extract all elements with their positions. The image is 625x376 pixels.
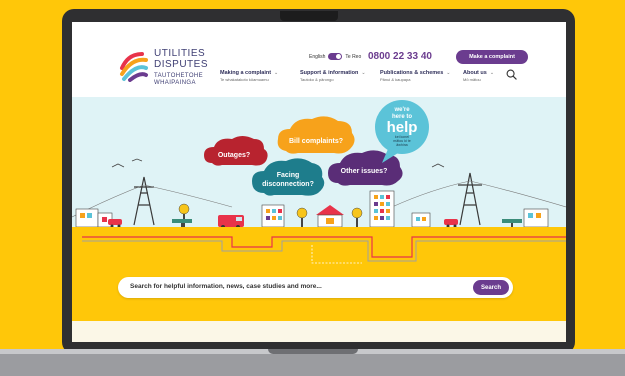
search-button[interactable]: Search (473, 280, 509, 295)
nav-title: Publications & schemes (380, 70, 444, 76)
camera-notch (280, 11, 338, 21)
cloud-outages-text: Outages? (218, 152, 250, 159)
power-pylon-left (133, 176, 155, 226)
house-left (75, 208, 99, 227)
content-section-start (72, 321, 566, 342)
nav-subtitle: Mō mātou (463, 76, 481, 82)
nav-title: Support & information (300, 70, 359, 76)
utility-van (218, 215, 244, 227)
nav-publications-schemes[interactable]: Publications & schemes ⌄ Pānui & kaupapa (380, 70, 450, 82)
chevron-down-icon: ⌄ (274, 70, 279, 76)
logo-line-1: UTILITIES (154, 48, 206, 59)
nav-title: About us (463, 70, 487, 76)
cloud-bill-text: Bill complaints? (289, 138, 343, 145)
car-right (444, 219, 458, 227)
cloud-facing-disconnection: Facing disconnection? (252, 158, 325, 196)
street-sign (172, 219, 192, 227)
search-bar: Search for helpful information, news, ca… (118, 277, 513, 298)
nav-title: Making a complaint (220, 70, 272, 76)
house-right (411, 212, 431, 227)
hero-scene: Outages? Bill complaints? Facing disconn… (72, 100, 566, 227)
cloud-facing-text-2: disconnection? (262, 181, 314, 188)
logo-line-3: TAUTOHETOHE (154, 73, 204, 79)
logo-icon[interactable] (116, 48, 150, 82)
hero-illustration: Outages? Bill complaints? Facing disconn… (72, 97, 566, 227)
house-with-roof (316, 205, 344, 227)
chevron-down-icon: ⌄ (489, 70, 495, 76)
make-complaint-button[interactable]: Make a complaint (456, 50, 528, 64)
logo-line-4: WHAIPAINGA (154, 80, 196, 86)
browser-screen: UTILITIES DISPUTES TAUTOHETOHE WHAIPAING… (72, 22, 566, 342)
chevron-down-icon: ⌄ (446, 70, 451, 76)
cloud-facing-text-1: Facing (277, 172, 300, 179)
language-switch: English Te Reo (309, 53, 361, 60)
office-tower (369, 190, 395, 227)
cloud-bill-complaints: Bill complaints? (277, 116, 355, 154)
chevron-down-icon: ⌄ (361, 70, 366, 76)
apartment-building (261, 204, 285, 227)
nav-about-us[interactable]: About us ⌄ Mō mātou (463, 70, 494, 82)
cloud-outages: Outages? (204, 136, 268, 166)
lang-english: English (309, 53, 326, 60)
nav-subtitle: Te whakatakoto kōamuamu (220, 76, 269, 82)
logo-line-2: DISPUTES (154, 59, 209, 70)
laptop-hinge (268, 349, 358, 354)
bubble-text-sub-3: āwhina (396, 143, 407, 147)
bubble-text-we: we're (393, 107, 410, 113)
nav-making-complaint[interactable]: Making a complaint ⌄ Te whakatakoto kōamu… (220, 70, 278, 82)
tree-icon (178, 203, 190, 215)
logo-text[interactable]: UTILITIES DISPUTES TAUTOHETOHE WHAIPAING… (154, 48, 209, 87)
house-far-right (523, 208, 549, 227)
nav-subtitle: Tautoko & pārongo (300, 76, 334, 82)
street-sign-right (502, 219, 522, 227)
nav-subtitle: Pānui & kaupapa (380, 76, 411, 82)
search-input[interactable]: Search for helpful information, news, ca… (130, 283, 322, 290)
language-toggle[interactable] (328, 53, 343, 60)
nav-support-information[interactable]: Support & information ⌄ Tautoko & pārongo (300, 70, 366, 82)
search-icon[interactable] (506, 69, 517, 80)
site-header: UTILITIES DISPUTES TAUTOHETOHE WHAIPAING… (72, 22, 566, 97)
cloud-other-text: Other issues? (341, 168, 388, 175)
lang-tereo: Te Reo (345, 53, 362, 60)
phone-number[interactable]: 0800 22 33 40 (368, 51, 432, 62)
bubble-text-help: help (387, 119, 418, 136)
